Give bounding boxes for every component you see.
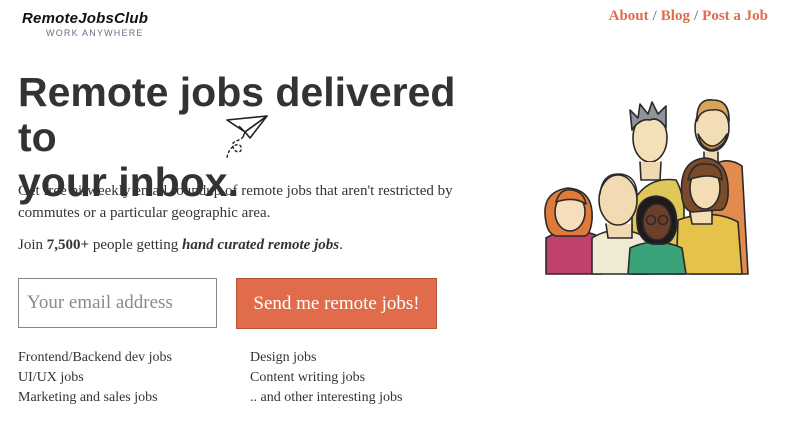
email-input[interactable] [18,278,217,328]
category-ui-ux[interactable]: UI/UX jobs [18,369,250,387]
hero-description: Get free bi-weekly email roundup of remo… [18,183,453,221]
logo-tagline: WORK ANYWHERE [46,28,144,38]
people-group-illustration [544,99,749,275]
join-suffix: . [339,237,343,253]
nav-separator: / [652,8,657,24]
category-marketing-sales[interactable]: Marketing and sales jobs [18,389,250,407]
category-frontend-backend[interactable]: Frontend/Backend dev jobs [18,349,250,367]
join-line: Join 7,500+ people getting hand curated … [18,237,343,254]
join-middle: people getting [89,237,182,253]
subscriber-count: 7,500+ [46,237,90,253]
site-logo[interactable]: RemoteJobsClub WORK ANYWHERE [22,10,148,38]
category-other[interactable]: .. and other interesting jobs [250,389,450,407]
nav-separator: / [693,8,699,24]
nav-about-link[interactable]: About [609,8,649,24]
nav-post-job-link[interactable]: Post a Job [702,8,768,24]
join-emphasis: hand curated remote jobs [181,237,340,253]
paper-plane-icon [226,115,268,159]
category-design[interactable]: Design jobs [250,349,450,367]
subscribe-button[interactable]: Send me remote jobs! [236,278,437,329]
nav-blog-link[interactable]: Blog [661,8,690,24]
join-prefix: Join [18,237,47,253]
logo-name: RemoteJobsClub [22,10,149,27]
category-content-writing[interactable]: Content writing jobs [250,369,450,387]
job-categories: Frontend/Backend dev jobs Design jobs UI… [18,349,438,407]
top-nav: About / Blog / Post a Job [609,8,768,25]
